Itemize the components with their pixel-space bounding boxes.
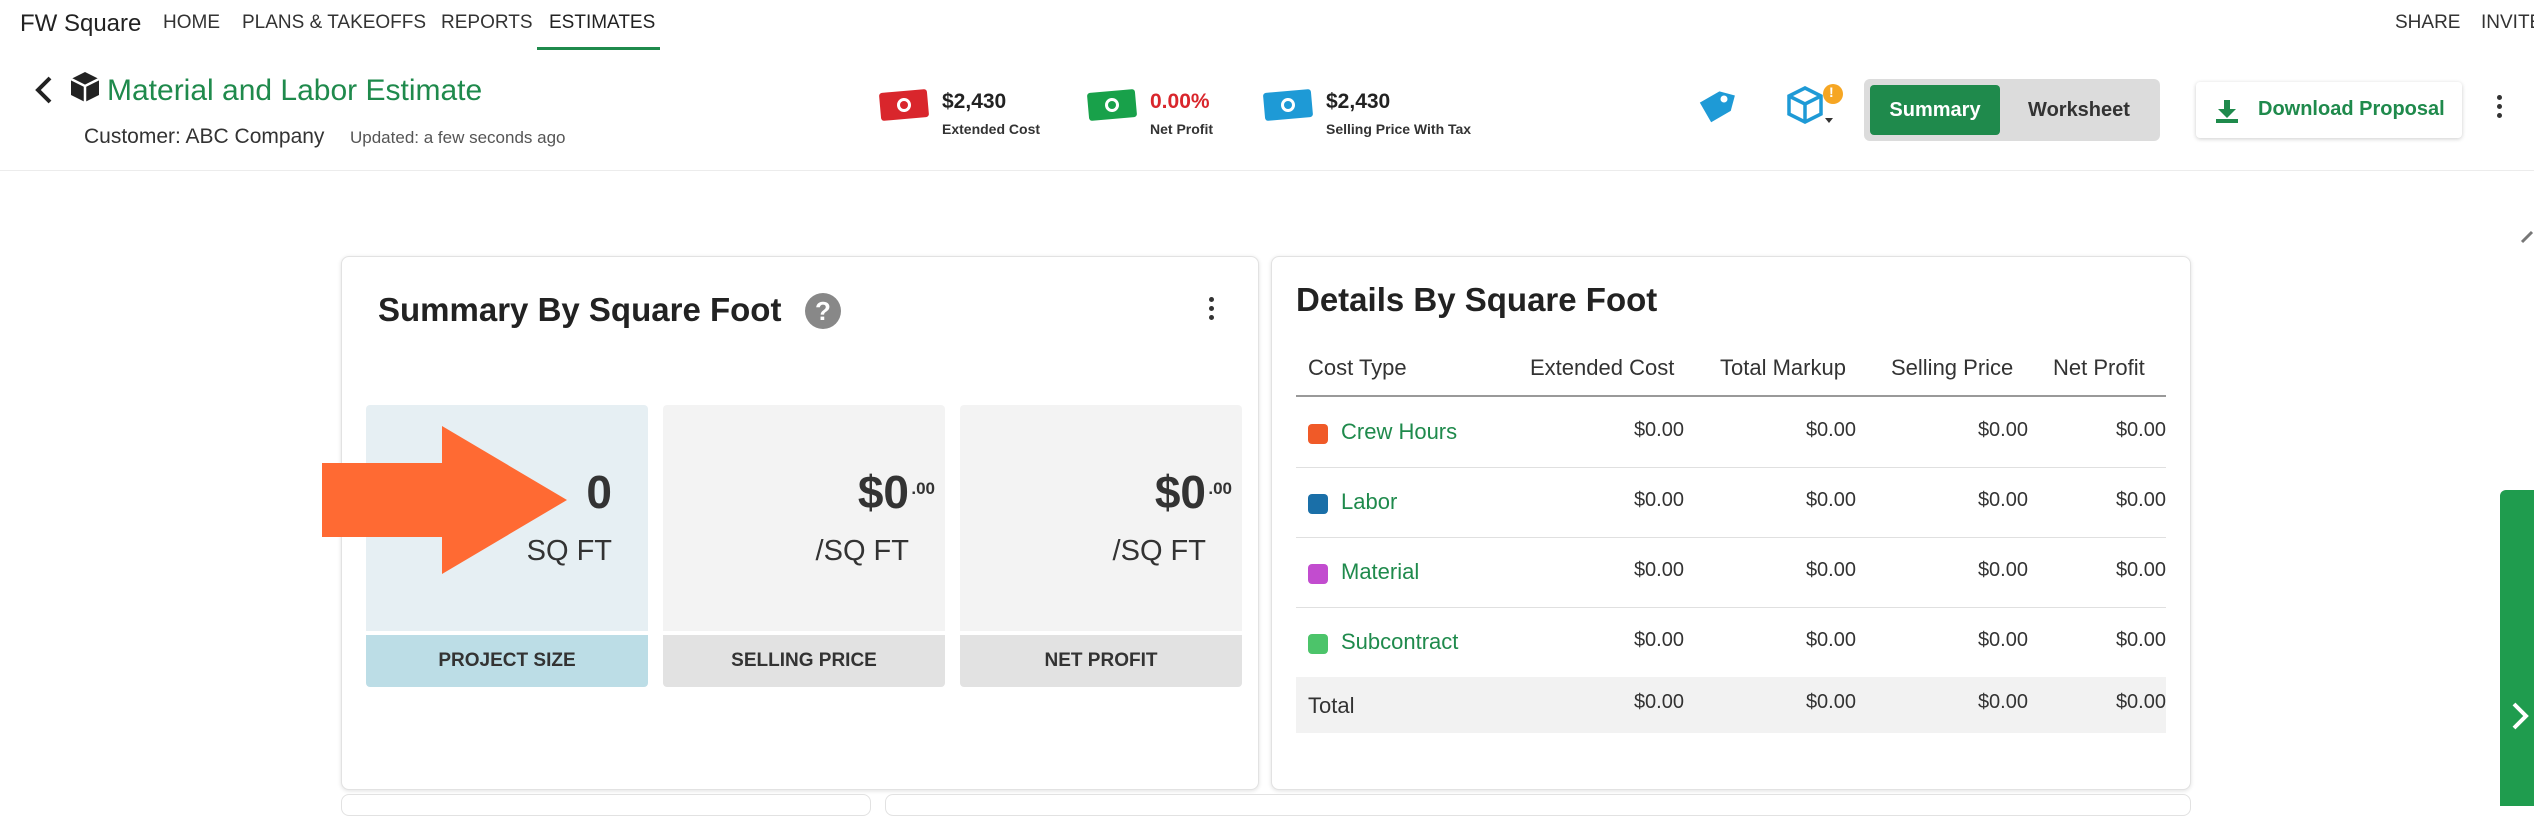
cube-icon <box>68 70 102 109</box>
nav-invite[interactable]: INVITE <box>2481 12 2534 34</box>
project-size-label: PROJECT SIZE <box>366 635 648 687</box>
view-toggle: Summary Worksheet <box>1864 79 2160 141</box>
subcontract-link[interactable]: Subcontract <box>1341 629 1458 655</box>
annotation-arrow-icon <box>322 426 567 579</box>
selling-price-value: $0 <box>857 466 909 518</box>
crew-hours-link[interactable]: Crew Hours <box>1341 419 1457 445</box>
lower-card-left <box>341 794 871 816</box>
nav-home[interactable]: HOME <box>163 12 220 34</box>
column-header-selling-price: Selling Price <box>1891 355 2014 380</box>
total-label: Total <box>1308 693 1355 718</box>
summary-card-title: Summary By Square Foot <box>378 291 782 328</box>
details-card-title: Details By Square Foot <box>1296 281 1658 318</box>
worksheet-toggle-button[interactable]: Worksheet <box>2004 85 2154 135</box>
nav-share[interactable]: SHARE <box>2395 12 2460 34</box>
money-icon-green <box>1087 89 1137 121</box>
material-link[interactable]: Material <box>1341 559 1419 585</box>
summary-card-menu-icon[interactable] <box>1209 297 1217 324</box>
column-header-extended-cost: Extended Cost <box>1530 355 1675 380</box>
net-profit-unit: /SQ FT <box>1112 535 1206 567</box>
back-button[interactable] <box>30 70 58 110</box>
selling-price-label: SELLING PRICE <box>663 635 945 687</box>
tile-net-profit[interactable]: $0 .00 /SQ FT NET PROFIT <box>960 405 1242 687</box>
chevron-left-icon <box>35 76 52 104</box>
nav-estimates[interactable]: ESTIMATES <box>549 12 655 34</box>
lower-card-right <box>885 794 2191 816</box>
crew-hours-swatch <box>1308 424 1328 444</box>
updated-timestamp: Updated: a few seconds ago <box>350 128 566 147</box>
column-header-net-profit: Net Profit <box>2053 355 2145 380</box>
nav-reports[interactable]: REPORTS <box>441 12 533 34</box>
net-profit-label: NET PROFIT <box>960 635 1242 687</box>
side-panel-toggle[interactable] <box>2500 490 2534 806</box>
table-row: Material $0.00 $0.00 $0.00 $0.00 <box>1296 537 2166 608</box>
selling-price-cents: .00 <box>911 479 935 498</box>
summary-toggle-button[interactable]: Summary <box>1870 85 2000 135</box>
help-icon[interactable]: ? <box>805 293 841 329</box>
column-header-cost-type: Cost Type <box>1308 355 1407 380</box>
table-row: Subcontract $0.00 $0.00 $0.00 $0.00 <box>1296 607 2166 678</box>
tile-selling-price[interactable]: $0 .00 /SQ FT SELLING PRICE <box>663 405 945 687</box>
chevron-right-icon <box>2512 702 2529 730</box>
labor-swatch <box>1308 494 1328 514</box>
material-swatch <box>1308 564 1328 584</box>
details-by-sqft-card: Details By Square Foot Cost Type Extende… <box>1271 256 2191 790</box>
net-profit-value: $0 <box>1154 466 1206 518</box>
subcontract-swatch <box>1308 634 1328 654</box>
more-options-icon[interactable] <box>2497 95 2505 122</box>
top-nav: FW Square HOME PLANS & TAKEOFFS REPORTS … <box>0 0 2534 51</box>
download-icon <box>2216 100 2238 123</box>
tags-icon[interactable] <box>1693 85 1739 136</box>
table-row: Crew Hours $0.00 $0.00 $0.00 $0.00 <box>1296 397 2166 468</box>
warning-badge: ! <box>1829 84 1834 100</box>
selling-price-unit: /SQ FT <box>815 535 909 567</box>
money-icon-red <box>879 89 929 121</box>
brand-logo[interactable]: FW Square <box>20 10 141 38</box>
net-profit-cents: .00 <box>1208 479 1232 498</box>
money-icon-blue <box>1263 89 1313 121</box>
project-size-value: 0 <box>586 466 612 518</box>
box-dropdown-icon[interactable]: ! <box>1785 82 1845 139</box>
column-header-total-markup: Total Markup <box>1720 355 1846 380</box>
nav-plans-takeoffs[interactable]: PLANS & TAKEOFFS <box>242 12 426 34</box>
download-proposal-button[interactable]: Download Proposal <box>2196 82 2462 138</box>
table-total-row: Total $0.00 $0.00 $0.00 $0.00 <box>1296 677 2166 733</box>
estimate-header: Material and Labor Estimate Customer: AB… <box>0 50 2534 171</box>
estimate-title[interactable]: Material and Labor Estimate <box>107 74 482 108</box>
scroll-indicator-icon[interactable] <box>2518 230 2534 256</box>
table-row: Labor $0.00 $0.00 $0.00 $0.00 <box>1296 467 2166 538</box>
labor-link[interactable]: Labor <box>1341 489 1397 515</box>
customer-label: Customer: ABC Company <box>84 125 325 148</box>
